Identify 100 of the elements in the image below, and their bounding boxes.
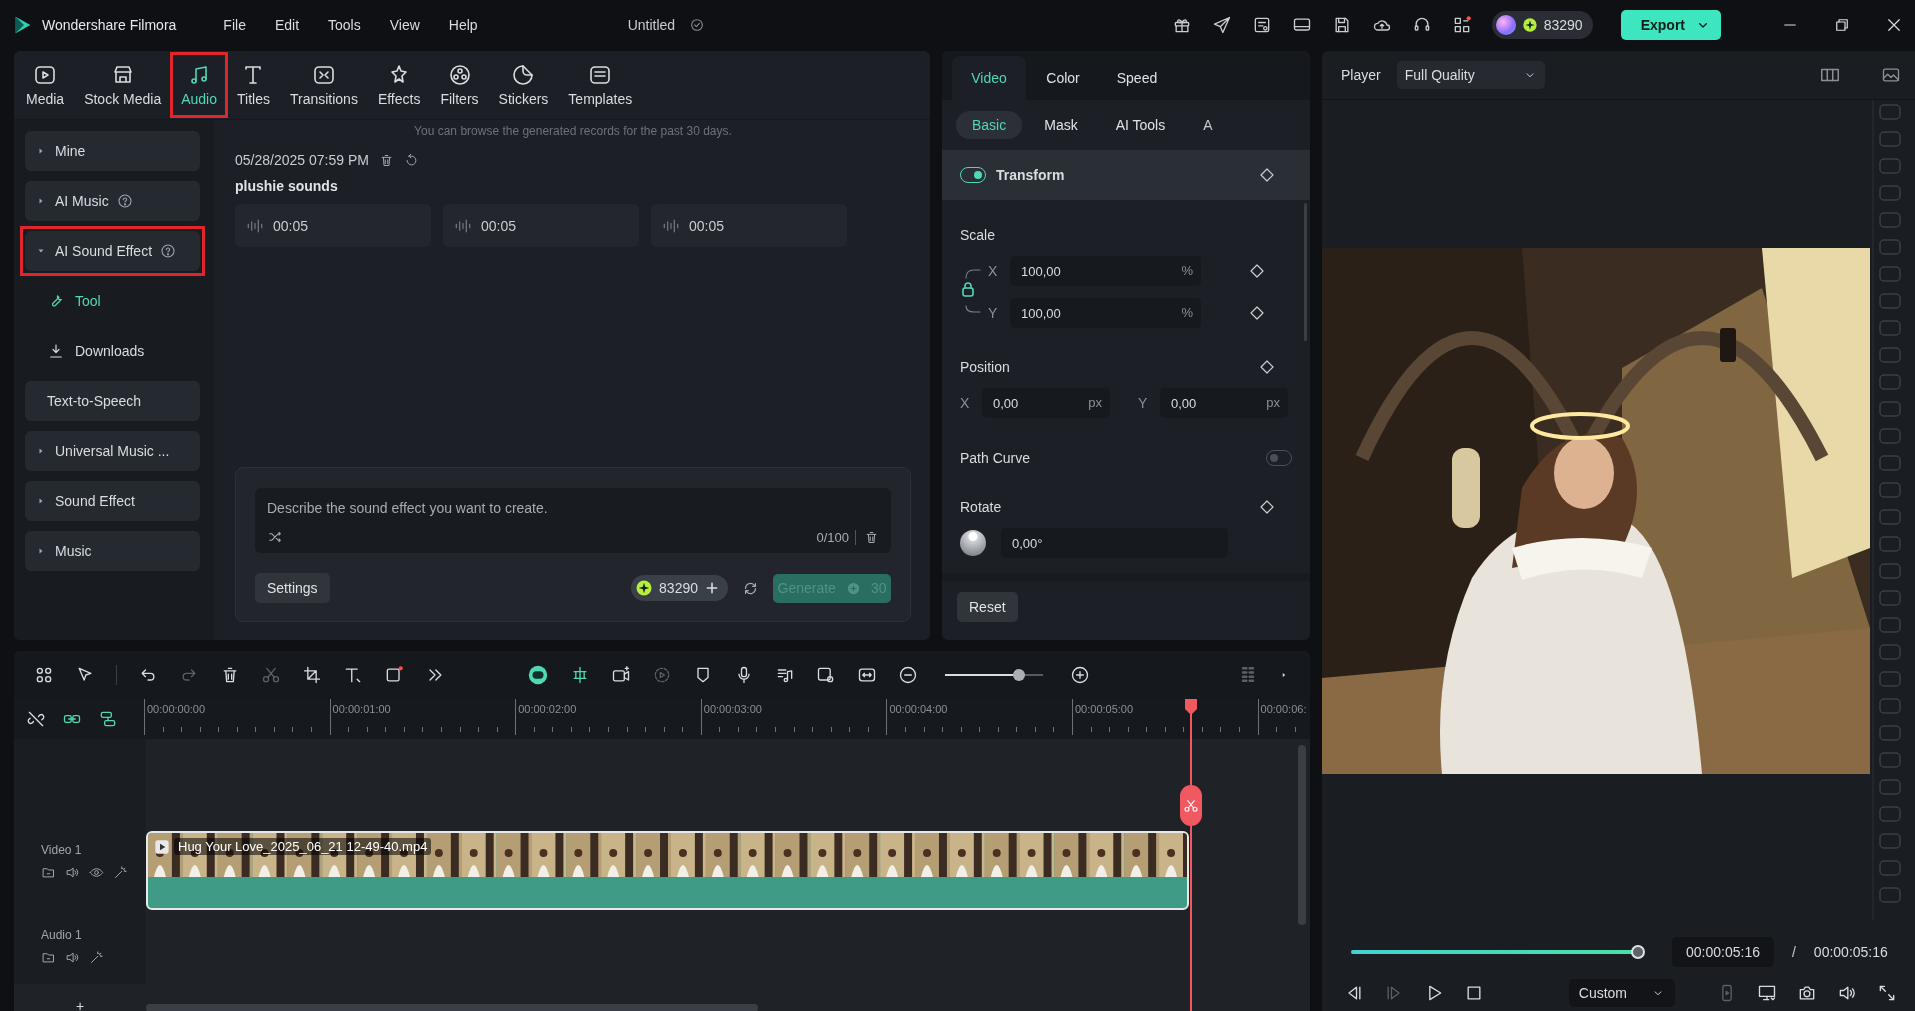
sidebar-item[interactable]: AI Sound Effect <box>25 231 200 271</box>
clear-icon[interactable] <box>864 529 879 545</box>
media-tab[interactable]: Stock Media <box>78 57 168 113</box>
media-tab[interactable]: Templates <box>562 57 639 113</box>
shape-icon[interactable] <box>384 665 404 685</box>
crop-icon[interactable] <box>302 665 322 685</box>
scissors-icon <box>1183 797 1199 814</box>
properties-tab[interactable]: Color <box>1026 56 1100 100</box>
sidebar-item[interactable]: Music <box>25 531 200 571</box>
media-tab[interactable]: Audio <box>175 57 223 113</box>
sticker-icon <box>511 63 536 87</box>
send-icon[interactable] <box>1211 15 1232 35</box>
layout-icon[interactable] <box>34 665 54 685</box>
wand-icon[interactable] <box>89 950 104 965</box>
media-tab[interactable]: Media <box>20 57 71 113</box>
keyframe-icon[interactable] <box>1258 498 1276 516</box>
sidebar-item[interactable]: Tool <box>25 281 200 321</box>
subtab[interactable]: Mask <box>1028 111 1094 139</box>
property-label: Scale <box>960 227 996 243</box>
track-lock-icon[interactable] <box>41 865 56 880</box>
speaker-icon[interactable] <box>65 950 80 965</box>
subtab[interactable]: A <box>1187 111 1229 139</box>
sidebar-item[interactable]: Mine <box>25 131 200 171</box>
plus-icon <box>704 580 720 596</box>
zoom-out-icon[interactable] <box>898 665 918 685</box>
ruler-label: 00:00:06: <box>1257 699 1310 735</box>
split-button[interactable] <box>1180 785 1202 826</box>
rotate-field[interactable]: 0,00° <box>1001 528 1228 558</box>
sidebar-item[interactable]: Sound Effect <box>25 481 200 521</box>
coin-icon <box>1521 17 1538 33</box>
keyframe-icon[interactable] <box>1248 304 1266 322</box>
speaker-icon[interactable] <box>65 865 80 880</box>
time-separator: / <box>1791 944 1796 960</box>
properties-tab[interactable]: Speed <box>1100 56 1174 100</box>
sound-clip[interactable]: 00:05 <box>443 204 639 247</box>
sound-clip[interactable]: 00:05 <box>651 204 847 247</box>
regenerate-icon[interactable] <box>403 152 419 168</box>
monitor-icon[interactable] <box>1757 983 1777 1003</box>
video-clip[interactable]: Hug Your Love_2025_06_21 12-49-40.mp4 <box>146 831 1189 910</box>
menu-item[interactable]: File <box>223 17 246 33</box>
sidebar-item[interactable]: AI Music <box>25 181 200 221</box>
rotation-dial[interactable] <box>960 530 986 556</box>
sidebar-item[interactable]: Downloads <box>25 331 200 371</box>
scrollbar-thumb[interactable] <box>1304 203 1307 341</box>
quality-dropdown[interactable]: Full Quality <box>1396 61 1545 89</box>
project-title: Untitled <box>627 17 676 33</box>
add-track-button[interactable]: + <box>14 1000 146 1011</box>
slider-thumb[interactable] <box>1631 945 1645 959</box>
media-icon <box>33 63 58 87</box>
zoom-in-icon[interactable] <box>1070 665 1090 685</box>
eye-icon[interactable] <box>89 865 104 880</box>
scrollbar-thumb[interactable] <box>146 1004 758 1011</box>
credits-button[interactable]: 83290 <box>1491 11 1593 39</box>
sound-clip[interactable]: 00:05 <box>235 204 431 247</box>
sidebar-item[interactable]: Universal Music ... <box>25 431 200 471</box>
help-icon[interactable] <box>160 243 177 259</box>
menu-item[interactable]: View <box>389 17 420 33</box>
settings-button[interactable]: Settings <box>255 573 330 603</box>
track-link-icon[interactable] <box>98 709 118 729</box>
media-tab[interactable]: Effects <box>371 57 427 113</box>
subtab[interactable]: AI Tools <box>1099 111 1182 139</box>
media-tab[interactable]: Stickers <box>492 57 555 113</box>
unit-label: px <box>1088 395 1102 410</box>
close-icon[interactable] <box>1885 16 1903 34</box>
sidebar-item[interactable]: Text-to-Speech <box>25 381 200 421</box>
unit-label: px <box>1266 395 1280 410</box>
subtab[interactable]: Basic <box>956 111 1023 139</box>
axis-label: X <box>988 263 999 279</box>
download-icon[interactable] <box>47 342 65 360</box>
property-label: Path Curve <box>960 450 1031 466</box>
ruler-label: 00:00:03:00 <box>700 699 887 735</box>
properties-tab[interactable]: Video <box>952 56 1026 100</box>
restore-icon[interactable] <box>1833 16 1851 34</box>
shuffle-icon[interactable] <box>267 529 283 545</box>
credits-button[interactable]: 83290 <box>631 575 728 601</box>
media-tab[interactable]: Filters <box>434 57 485 113</box>
zoom-dropdown[interactable]: Custom <box>1568 979 1675 1007</box>
wand-icon[interactable] <box>113 865 128 880</box>
fullscreen-icon[interactable] <box>1877 983 1897 1003</box>
video-add-icon[interactable] <box>611 665 631 685</box>
keyframe-icon[interactable] <box>1258 358 1276 376</box>
media-tab[interactable]: Transitions <box>283 57 364 113</box>
keyframe-icon[interactable] <box>1258 166 1276 184</box>
keyframe-icon[interactable] <box>1248 262 1266 280</box>
unlink-icon[interactable] <box>26 709 46 729</box>
help-icon[interactable] <box>116 193 133 209</box>
track-lock-icon[interactable] <box>41 950 56 965</box>
media-tab[interactable]: Titles <box>231 57 276 113</box>
menu-item[interactable]: Tools <box>328 17 361 33</box>
record-date: 05/28/2025 07:59 PM <box>235 152 369 168</box>
unit-label: % <box>1181 305 1193 320</box>
export-button[interactable]: Export <box>1620 10 1721 40</box>
filter-icon <box>447 63 472 87</box>
slider-thumb[interactable] <box>1012 669 1025 681</box>
ruler-label: 00:00:01:00 <box>329 699 516 735</box>
menu-item[interactable]: Edit <box>274 17 300 33</box>
reset-button[interactable]: Reset <box>957 592 1018 622</box>
scrollbar-thumb[interactable] <box>1298 745 1306 925</box>
clip-preview-icon[interactable] <box>816 665 836 685</box>
menu-item[interactable]: Help <box>448 17 478 33</box>
